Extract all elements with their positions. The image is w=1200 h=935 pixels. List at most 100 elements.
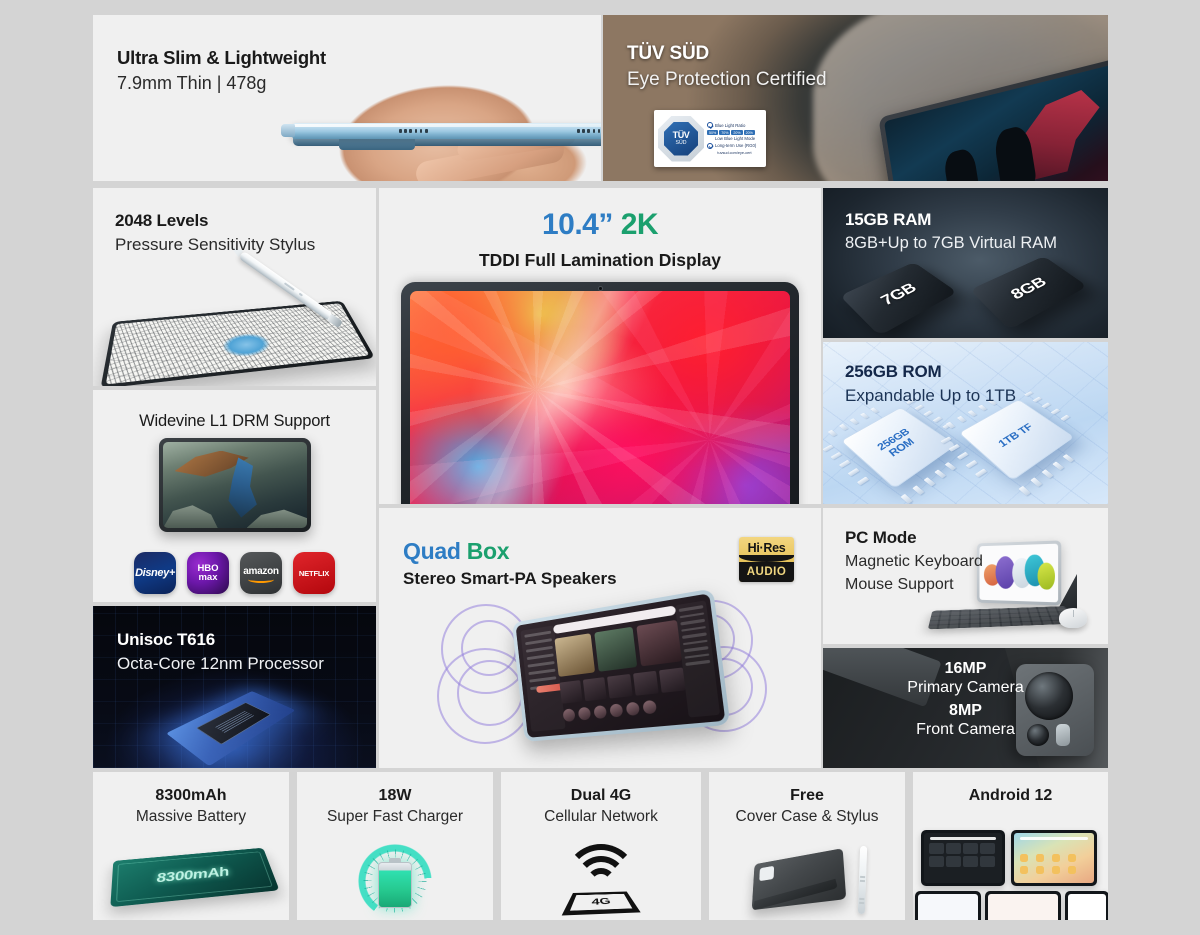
- processor-title: Unisoc T616: [117, 630, 215, 649]
- infographic-sheet: Ultra Slim & Lightweight 7.9mm Thin | 47…: [0, 0, 1200, 935]
- ram-chip-left-label: 7GB: [877, 280, 920, 309]
- pc-mode-line1: Magnetic Keyboard: [845, 552, 983, 570]
- primary-camera-mp: 16MP: [944, 660, 987, 677]
- tuv-badge-line3: Long-term Use (RG0): [715, 143, 757, 149]
- display-size: 10.4”: [541, 208, 613, 241]
- rock-artwork: [163, 505, 218, 528]
- charger-title: 18W: [378, 787, 412, 804]
- pc-mode-text: PC Mode Magnetic Keyboard Mouse Support: [845, 528, 983, 594]
- display-subtitle: TDDI Full Lamination Display: [478, 250, 722, 270]
- app-icons: [1020, 854, 1087, 874]
- hi-res-badge-bottom: AUDIO: [739, 562, 794, 582]
- ram-subtitle: 8GB+Up to 7GB Virtual RAM: [845, 233, 1057, 252]
- cellular-subtitle: Cellular Network: [544, 808, 658, 825]
- tuv-badge-bar: 50% 70% 20% 20%: [707, 129, 755, 136]
- tablet-camera-bump: [339, 139, 415, 150]
- display-resolution: 2K: [620, 208, 659, 241]
- front-camera-mp: 8MP: [949, 702, 982, 719]
- network-label: 4G: [591, 896, 612, 908]
- battery-title: 8300mAh: [155, 787, 227, 804]
- android-screen-calendar: [915, 891, 981, 920]
- tuv-badge-line1: Blue Light Ratio: [715, 122, 746, 128]
- wallpaper-sheen: [410, 291, 790, 504]
- tablet-screen: [979, 543, 1059, 603]
- android-screen-home: [1011, 830, 1097, 886]
- panel-display: 10.4” 2K TDDI Full Lamination Display: [379, 188, 821, 504]
- battery-subtitle: Massive Battery: [135, 808, 247, 825]
- hbo-max-label: HBO max: [197, 562, 219, 583]
- panel-cellular: Dual 4G Cellular Network 4G: [501, 772, 701, 920]
- panel-os: Android 12: [913, 772, 1108, 920]
- rom-text: 256GB ROM Expandable Up to 1TB: [845, 362, 1016, 406]
- display-headline: 10.4” 2K: [379, 208, 821, 242]
- battery-illustration: 8300mAh: [110, 847, 280, 908]
- panel-rom: 256GB ROM Expandable Up to 1TB 256GBROM: [823, 342, 1108, 504]
- netflix-label: NETFLIX: [298, 568, 330, 578]
- battery-icon: [378, 858, 412, 908]
- mouse-icon: [1059, 608, 1087, 628]
- search-bar: [1020, 836, 1088, 840]
- speaker-grille: [577, 129, 601, 133]
- tablet-front-view: [401, 282, 799, 504]
- ultra-slim-subtitle: 7.9mm Thin | 478g: [117, 73, 267, 94]
- panel-audio: Quad Box Stereo Smart-PA Speakers Hi·Res…: [379, 508, 821, 768]
- pc-mode-line2: Mouse Support: [845, 575, 954, 593]
- rom-title: 256GB ROM: [845, 362, 942, 381]
- screen-figure: [942, 147, 981, 181]
- tuv-certification-badge: TÜV SÜD Blue Light Ratio 50% 70% 20% 20% Lo…: [654, 110, 766, 167]
- speaker-grille: [399, 129, 428, 133]
- ultra-slim-title: Ultra Slim & Lightweight: [117, 47, 326, 68]
- battery-art-label: 8300mAh: [156, 864, 231, 886]
- hi-res-audio-badge: Hi·Res AUDIO: [739, 537, 794, 582]
- tuv-mark-top: TÜV: [672, 129, 690, 140]
- primary-camera-label: Primary Camera: [907, 679, 1024, 696]
- tablet-with-keyboard: [976, 540, 1062, 606]
- panel-tuv-sud: TÜV SÜD Eye Protection Certified TÜV SÜD…: [603, 15, 1108, 181]
- panel-charger: 18W Super Fast Charger: [297, 772, 493, 920]
- charger-subtitle: Super Fast Charger: [326, 808, 464, 825]
- ram-chip-left: 7GB: [839, 262, 958, 336]
- ui-blob: [1037, 562, 1055, 590]
- android-screens-collage: [915, 830, 1108, 920]
- tuv-mark-bottom: SÜD: [675, 139, 687, 146]
- netflix-logo: NETFLIX: [293, 552, 335, 594]
- quick-tiles: [928, 843, 998, 867]
- tuv-badge-lines: Blue Light Ratio 50% 70% 20% 20% Low Blue L…: [704, 118, 766, 158]
- ultra-slim-text: Ultra Slim & Lightweight 7.9mm Thin | 47…: [117, 47, 326, 95]
- stylus-title: 2048 Levels: [115, 211, 209, 230]
- ram-chip-right-label: 8GB: [1007, 274, 1050, 303]
- front-camera-label: Front Camera: [916, 721, 1015, 738]
- android-screen-document: [985, 891, 1061, 920]
- processor-text: Unisoc T616 Octa-Core 12nm Processor: [117, 630, 324, 674]
- tuv-text: TÜV SÜD Eye Protection Certified: [627, 43, 827, 92]
- accessories-subtitle: Cover Case & Stylus: [735, 808, 879, 825]
- widevine-text: Widevine L1 DRM Support: [93, 412, 376, 431]
- android-screen-dark: [921, 830, 1005, 886]
- panel-accessories: Free Cover Case & Stylus: [709, 772, 905, 920]
- app-main-area: [552, 605, 689, 728]
- camera-text: 16MP Primary Camera 8MP Front Camera: [823, 660, 1108, 739]
- amazon-logo: amazon: [240, 552, 282, 594]
- processor-subtitle: Octa-Core 12nm Processor: [117, 653, 324, 673]
- tablet-screen: [515, 593, 726, 738]
- panel-ram: 15GB RAM 8GB+Up to 7GB Virtual RAM 7GB 8…: [823, 188, 1108, 338]
- amazon-label: amazon: [243, 565, 279, 577]
- audio-text: Quad Box Stereo Smart-PA Speakers: [403, 538, 617, 589]
- charger-illustration: [297, 842, 493, 918]
- hbo-max-logo: HBO max: [187, 552, 229, 594]
- panel-ultra-slim: Ultra Slim & Lightweight 7.9mm Thin | 47…: [93, 15, 601, 181]
- network-badge: 4G: [561, 891, 641, 916]
- stylus-text: 2048 Levels Pressure Sensitivity Stylus: [115, 211, 315, 255]
- tuv-octagon-mark: TÜV SÜD: [658, 115, 704, 162]
- rom-subtitle: Expandable Up to 1TB: [845, 385, 1017, 405]
- audio-headline: Quad Box: [403, 538, 617, 565]
- tuv-badge-line2: Low Blue Light Mode: [715, 136, 756, 142]
- panel-pc-mode: PC Mode Magnetic Keyboard Mouse Support: [823, 508, 1108, 644]
- display-text: 10.4” 2K TDDI Full Lamination Display: [379, 208, 821, 271]
- tuv-subtitle: Eye Protection Certified: [627, 68, 827, 90]
- disney-plus-label: Disney+: [135, 567, 175, 579]
- ram-title: 15GB RAM: [845, 210, 932, 229]
- magnetic-keyboard: [927, 606, 1075, 630]
- accessories-title: Free: [790, 787, 824, 804]
- panel-processor: Unisoc T616 Octa-Core 12nm Processor: [93, 606, 376, 768]
